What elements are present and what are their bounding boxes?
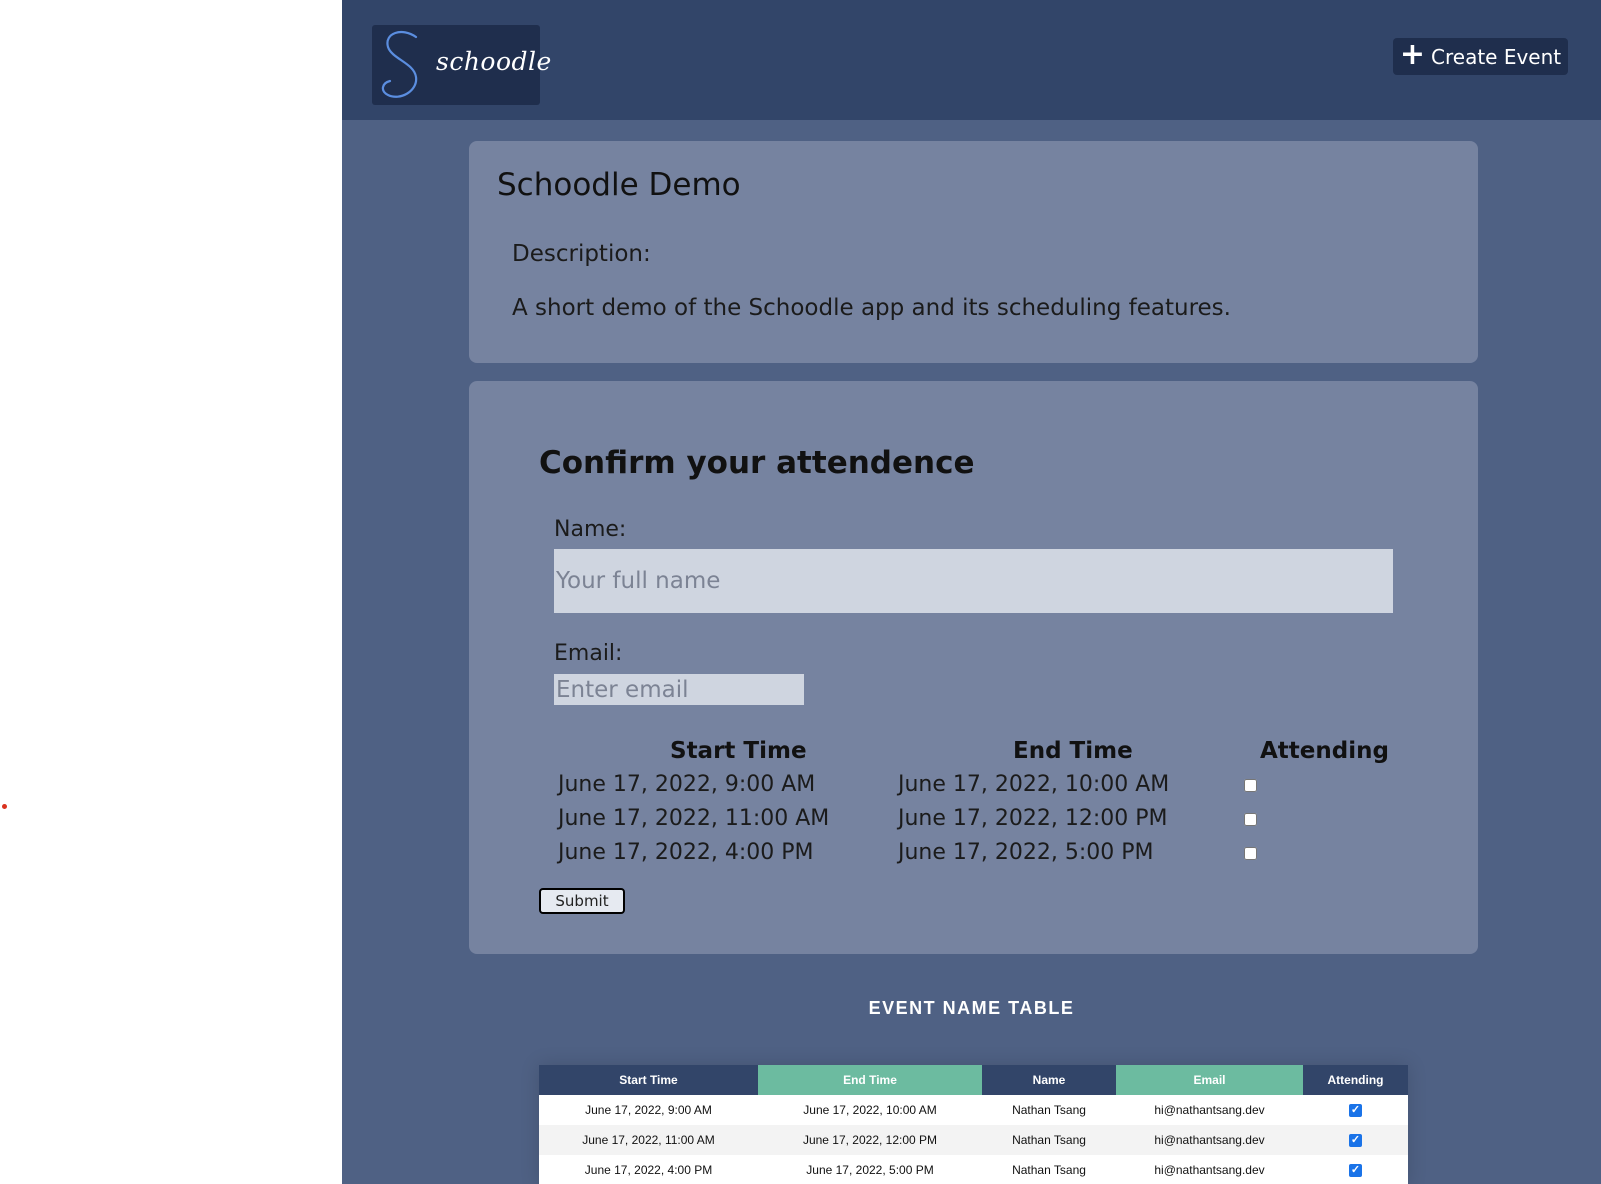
table-row: June 17, 2022, 11:00 AM June 17, 2022, 1… xyxy=(539,1125,1408,1155)
create-event-button[interactable]: + Create Event xyxy=(1393,38,1568,75)
name-input[interactable] xyxy=(554,549,1393,613)
checkmark-icon: ✓ xyxy=(1349,1134,1362,1148)
slot-header-end: End Time xyxy=(1013,738,1133,764)
checkmark-icon: ✓ xyxy=(1349,1104,1362,1118)
stray-marker-dot xyxy=(2,804,7,809)
cell-start-time: June 17, 2022, 9:00 AM xyxy=(539,1095,758,1125)
cell-attending: ✓ xyxy=(1303,1125,1408,1155)
slot-start-time: June 17, 2022, 9:00 AM xyxy=(558,772,816,797)
cell-start-time: June 17, 2022, 4:00 PM xyxy=(539,1155,758,1184)
table-header-row: Start Time End Time Name Email Attending xyxy=(539,1065,1408,1095)
cell-start-time: June 17, 2022, 11:00 AM xyxy=(539,1125,758,1155)
cell-attending: ✓ xyxy=(1303,1095,1408,1125)
email-label: Email: xyxy=(554,641,623,666)
slot-header-start: Start Time xyxy=(670,738,807,764)
column-header-email: Email xyxy=(1116,1065,1303,1095)
cell-email: hi@nathantsang.dev xyxy=(1116,1095,1303,1125)
description-text: A short demo of the Schoodle app and its… xyxy=(512,295,1231,321)
schoodle-logo[interactable]: schoodle xyxy=(372,25,551,105)
slot-start-time: June 17, 2022, 11:00 AM xyxy=(558,806,830,831)
form-title: Confirm your attendence xyxy=(539,445,975,481)
cell-end-time: June 17, 2022, 10:00 AM xyxy=(758,1095,982,1125)
slot-attending-checkbox[interactable] xyxy=(1244,779,1257,792)
cell-name: Nathan Tsang xyxy=(982,1095,1116,1125)
logo-wordmark: schoodle xyxy=(436,47,552,76)
email-input[interactable] xyxy=(554,674,804,705)
event-title: Schoodle Demo xyxy=(497,167,741,203)
slot-attending-checkbox[interactable] xyxy=(1244,847,1257,860)
slot-end-time: June 17, 2022, 10:00 AM xyxy=(898,772,1170,797)
cell-end-time: June 17, 2022, 12:00 PM xyxy=(758,1125,982,1155)
top-navigation-bar: schoodle + Create Event xyxy=(342,0,1601,120)
table-row: June 17, 2022, 9:00 AM June 17, 2022, 10… xyxy=(539,1095,1408,1125)
cell-name: Nathan Tsang xyxy=(982,1125,1116,1155)
cell-attending: ✓ xyxy=(1303,1155,1408,1184)
create-event-label: Create Event xyxy=(1431,44,1562,69)
submit-button[interactable]: Submit xyxy=(539,888,625,914)
attendance-table: Start Time End Time Name Email Attending… xyxy=(539,1065,1408,1184)
cell-email: hi@nathantsang.dev xyxy=(1116,1155,1303,1184)
column-header-name: Name xyxy=(982,1065,1116,1095)
slot-header-attending: Attending xyxy=(1260,738,1389,764)
checkmark-icon: ✓ xyxy=(1349,1164,1362,1178)
slot-attending-checkbox[interactable] xyxy=(1244,813,1257,826)
plus-icon: + xyxy=(1399,37,1426,72)
app-container: schoodle + Create Event Schoodle Demo De… xyxy=(342,0,1601,1184)
cell-name: Nathan Tsang xyxy=(982,1155,1116,1184)
cell-end-time: June 17, 2022, 5:00 PM xyxy=(758,1155,982,1184)
event-info-card: Schoodle Demo Description: A short demo … xyxy=(469,141,1478,363)
cell-email: hi@nathantsang.dev xyxy=(1116,1125,1303,1155)
slot-end-time: June 17, 2022, 5:00 PM xyxy=(898,840,1154,865)
column-header-attending: Attending xyxy=(1303,1065,1408,1095)
column-header-start-time: Start Time xyxy=(539,1065,758,1095)
description-label: Description: xyxy=(512,241,651,267)
slot-start-time: June 17, 2022, 4:00 PM xyxy=(558,840,814,865)
table-heading: EVENT NAME TABLE xyxy=(868,998,1075,1018)
attendance-form-card: Confirm your attendence Name: Email: Sta… xyxy=(469,381,1478,954)
table-row: June 17, 2022, 4:00 PM June 17, 2022, 5:… xyxy=(539,1155,1408,1184)
script-s-logo-icon xyxy=(381,30,418,98)
column-header-end-time: End Time xyxy=(758,1065,982,1095)
slot-end-time: June 17, 2022, 12:00 PM xyxy=(898,806,1168,831)
name-label: Name: xyxy=(554,517,627,542)
